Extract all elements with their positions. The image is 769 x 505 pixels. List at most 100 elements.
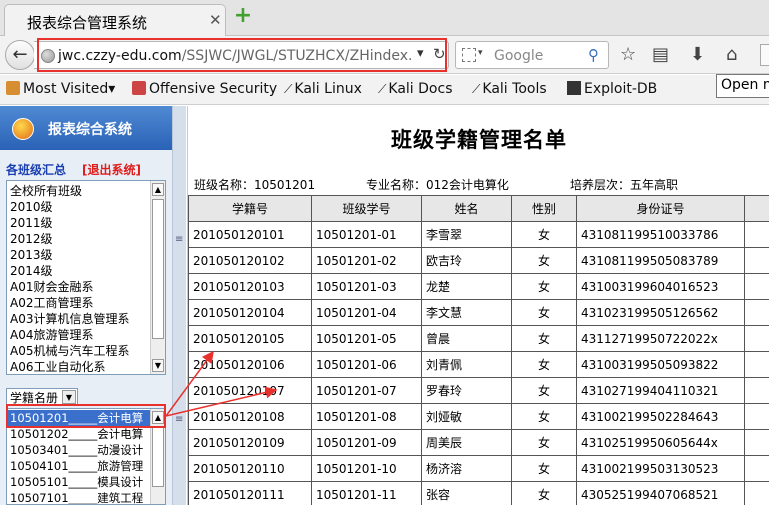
table-cell: 431081199510033786 [576, 221, 745, 248]
table-cell: 10501201-03 [311, 273, 422, 300]
major-list-item[interactable]: 2011级 [10, 214, 53, 231]
table-cell: 10501201-04 [311, 299, 422, 326]
major-scrollbar[interactable]: ▲ ▼ [150, 181, 165, 374]
table-cell: 431003199604016523 [576, 273, 745, 300]
table-cell: 431002199503130523 [576, 455, 745, 482]
table-cell: 431023199505126562 [576, 299, 745, 326]
major-list-item[interactable]: 2012级 [10, 230, 53, 247]
table-cell-extra [744, 481, 769, 505]
bookmark-offensive-security[interactable]: Offensive Security [132, 81, 277, 97]
table-cell: 43102519950605644x [576, 429, 745, 456]
table-header-row: 学籍号 班级学号 姓名 性别 身份证号 [188, 195, 769, 222]
table-row: 201050120109 10501201-09 周美辰女 4310251995060… [188, 429, 769, 456]
main-frame: 班级学籍管理名单 班级名称：10501201 专业名称：012会计电算化 培养层… [187, 106, 769, 505]
table-cell: 龙楚 [421, 273, 512, 300]
major-list-item[interactable]: 2010级 [10, 198, 53, 215]
tab-strip: 报表综合管理系统 ✕ + [0, 0, 769, 37]
kali-icon: ⟋ [472, 82, 481, 96]
major-list-item[interactable]: A02工商管理系 [10, 294, 93, 311]
browser-tab[interactable]: 报表综合管理系统 ✕ [4, 4, 226, 37]
table-cell: 刘青佩 [421, 351, 512, 378]
new-tab-icon[interactable]: + [233, 5, 253, 27]
major-list-item[interactable]: 2013级 [10, 246, 53, 263]
kali-icon: ⟋ [284, 82, 293, 96]
table-cell-extra [744, 221, 769, 248]
splitter-grip-icon[interactable]: ≡ [175, 414, 183, 425]
table-cell: 201050120104 [188, 299, 312, 326]
home-icon[interactable]: ⌂ [726, 44, 737, 65]
table-cell-extra [744, 247, 769, 274]
table-cell: 女 [511, 403, 577, 430]
table-cell-extra [744, 377, 769, 404]
bookmark-kali-docs[interactable]: ⟋ Kali Docs [378, 81, 453, 97]
bookmarks-list-icon[interactable]: ▤ [652, 44, 669, 65]
table-row: 201050120102 10501201-02 欧吉玲女 4310811995050… [188, 247, 769, 274]
column-header: 学籍号 [188, 195, 312, 222]
bookmark-kali-tools[interactable]: ⟋ Kali Tools [472, 81, 547, 97]
table-cell: 201050120107 [188, 377, 312, 404]
major-list-item[interactable]: A04旅游管理系 [10, 326, 93, 343]
major-list-item[interactable]: A03计算机信息管理系 [10, 310, 129, 327]
class-list-item[interactable]: 10507101_____建筑工程 [10, 490, 143, 504]
table-cell-extra [744, 273, 769, 300]
major-list-item[interactable]: A06工业自动化系 [10, 358, 105, 374]
table-cell: 201050120102 [188, 247, 312, 274]
class-list-item[interactable]: 10505101_____模具设计 [10, 474, 143, 490]
table-cell-extra [744, 299, 769, 326]
class-list-item[interactable]: 10504101_____旅游管理 [10, 458, 143, 474]
table-row: 201050120106 10501201-06 刘青佩女 4310031995050… [188, 351, 769, 378]
major-name-label: 专业名称：012会计电算化 [366, 178, 509, 192]
sidebar-logo-text: 报表综合系统 [48, 122, 132, 138]
download-icon[interactable]: ⬇ [690, 44, 705, 65]
table-cell: 10501201-11 [311, 481, 422, 505]
table-cell: 201050120101 [188, 221, 312, 248]
scroll-thumb[interactable] [152, 427, 164, 487]
scroll-up-icon[interactable]: ▲ [152, 183, 164, 196]
column-header: 姓名 [421, 195, 512, 222]
major-list-item[interactable]: A05机械与汽车工程系 [10, 342, 129, 359]
bookmark-exploit-db[interactable]: Exploit-DB [567, 81, 657, 97]
table-cell: 10501201-06 [311, 351, 422, 378]
class-list-item[interactable]: 10503401_____动漫设计 [10, 442, 143, 458]
major-list-item[interactable]: 2014级 [10, 262, 53, 279]
bookmark-star-icon[interactable]: ☆ [620, 44, 636, 65]
search-input[interactable]: Google [494, 48, 543, 64]
major-listbox[interactable]: 全校所有班级 2010级 2011级 2012级 2013级 2014级 A01财会金融系 A… [6, 180, 166, 375]
summary-link[interactable]: 各班级汇总 [6, 161, 66, 178]
close-tab-icon[interactable]: ✕ [209, 11, 222, 29]
kali-icon: ⟋ [378, 82, 387, 96]
menu-button[interactable] [760, 44, 769, 66]
page-title: 班级学籍管理名单 [391, 128, 567, 152]
table-cell: 女 [511, 377, 577, 404]
frame-splitter[interactable]: ≡ ≡ [172, 106, 186, 505]
table-cell: 430525199407068521 [576, 481, 745, 505]
chevron-down-icon: ▾ [108, 81, 116, 97]
search-engine-dropdown-icon[interactable]: ▾ [478, 48, 483, 58]
training-level-label: 培养层次：五年高职 [570, 178, 679, 192]
bookmark-most-visited[interactable]: Most Visited▾ [6, 81, 115, 97]
back-button[interactable]: ← [5, 40, 35, 70]
table-cell: 201050120111 [188, 481, 312, 505]
chevron-down-icon[interactable]: ▼ [62, 390, 76, 404]
left-sidebar: 报表综合系统 ≡ ≡ 各班级汇总 [退出系统] 全校所有班级 2010级 2011级… [0, 106, 186, 505]
table-cell: 10501201-08 [311, 403, 422, 430]
class-list-item[interactable]: 10501202_____会计电算 [10, 426, 143, 442]
table-cell: 10501201-02 [311, 247, 422, 274]
table-cell: 女 [511, 273, 577, 300]
magnifier-icon[interactable]: ⚲ [588, 46, 599, 64]
major-list-item[interactable]: 全校所有班级 [10, 182, 82, 199]
logout-link[interactable]: [退出系统] [82, 161, 141, 178]
search-engine-icon[interactable] [462, 48, 476, 62]
scroll-down-icon[interactable]: ▼ [152, 359, 164, 372]
search-bar[interactable]: ▾ Google ⚲ [455, 41, 609, 69]
table-cell: 10501201-01 [311, 221, 422, 248]
table-cell: 女 [511, 481, 577, 505]
splitter-grip-icon[interactable]: ≡ [175, 234, 183, 245]
major-list-item[interactable]: A01财会金融系 [10, 278, 93, 295]
table-cell-extra [744, 325, 769, 352]
student-roster-table: 学籍号 班级学号 姓名 性别 身份证号 201050120101 10501201-01 李… [188, 195, 769, 505]
bookmark-kali-linux[interactable]: ⟋ Kali Linux [284, 81, 362, 97]
table-cell: 女 [511, 429, 577, 456]
table-cell: 曾晨 [421, 325, 512, 352]
scroll-thumb[interactable] [152, 199, 164, 339]
